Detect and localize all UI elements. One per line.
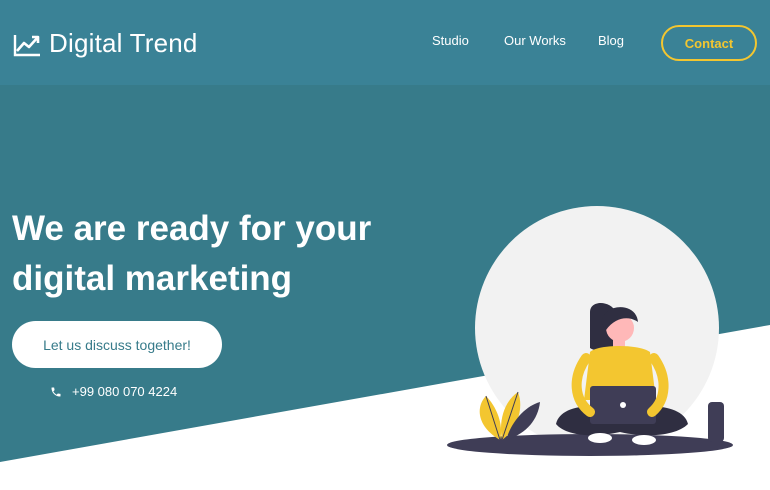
nav-link-blog[interactable]: Blog <box>598 33 624 48</box>
hero-title: We are ready for your digital marketing <box>12 204 412 304</box>
woman-with-laptop-illustration <box>447 206 733 456</box>
discuss-button[interactable]: Let us discuss together! <box>12 321 222 368</box>
phone-icon <box>51 387 61 396</box>
phone-number: +99 080 070 4224 <box>72 384 178 399</box>
nav-link-our-works[interactable]: Our Works <box>504 33 566 48</box>
hero-title-line-2: digital marketing <box>12 259 293 298</box>
trend-chart-icon <box>13 34 40 56</box>
brand-logo[interactable]: Digital Trend <box>12 28 198 59</box>
phone-contact[interactable]: +99 080 070 4224 <box>50 384 177 399</box>
page: Digital Trend Studio Our Works Blog Cont… <box>0 0 770 490</box>
hero-title-line-1: We are ready for your <box>12 209 372 248</box>
brand-name: Digital Trend <box>49 28 198 58</box>
navbar: Digital Trend Studio Our Works Blog Cont… <box>0 0 770 85</box>
contact-button[interactable]: Contact <box>661 25 757 61</box>
nav-link-studio[interactable]: Studio <box>432 33 469 48</box>
